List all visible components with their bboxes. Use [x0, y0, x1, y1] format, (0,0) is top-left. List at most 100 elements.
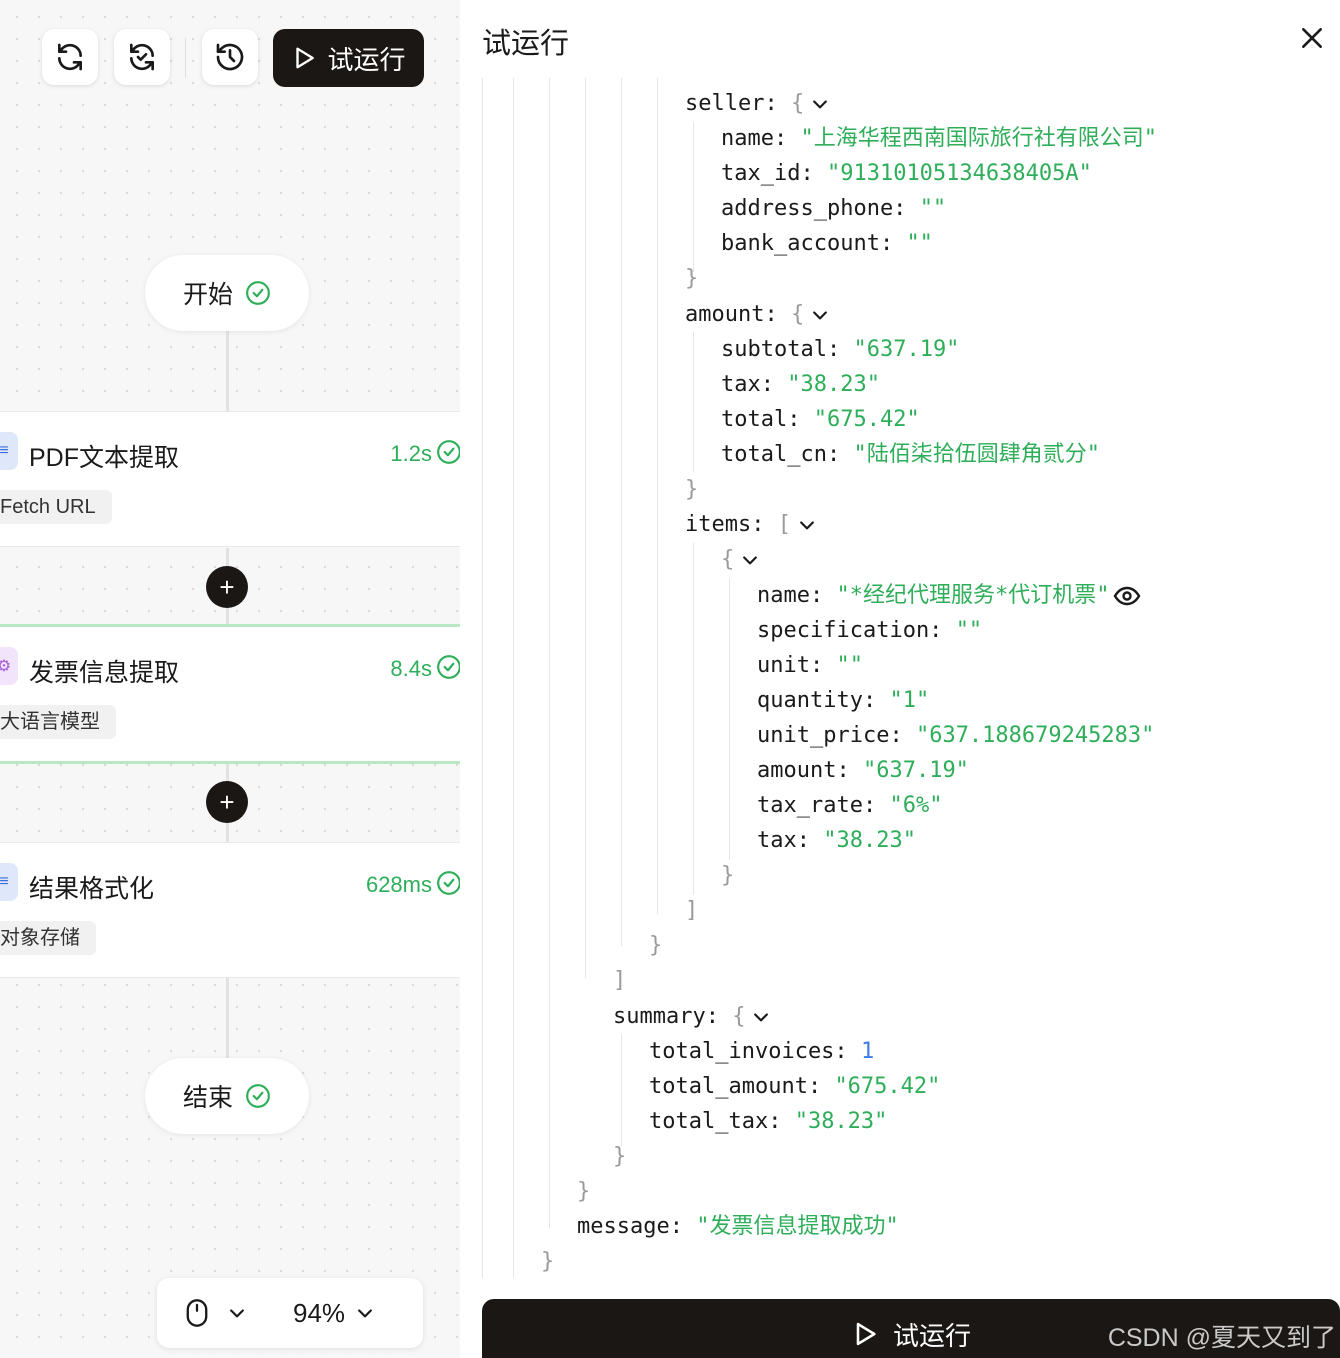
json-key: amount:	[685, 302, 778, 327]
json-line: unit_price: "637.188679245283"	[757, 718, 1154, 753]
chevron-down-icon[interactable]	[810, 94, 830, 114]
json-key: specification:	[757, 618, 943, 643]
json-key: subtotal:	[721, 337, 841, 362]
chevron-down-icon[interactable]	[751, 1007, 771, 1027]
history-icon	[216, 43, 244, 71]
node-invoice-extract[interactable]: ⚙ 发票信息提取 8.4s 大语言模型	[0, 624, 460, 764]
indent-guide	[621, 1034, 622, 1146]
json-key: total:	[721, 407, 801, 432]
json-string-value: "675.42"	[813, 407, 920, 432]
json-string-value: "38.23"	[794, 1109, 888, 1134]
indent-guide	[549, 78, 550, 1228]
chevron-down-icon[interactable]	[797, 515, 817, 535]
json-string-value: "675.42"	[834, 1074, 941, 1099]
sync-button[interactable]	[114, 29, 170, 85]
node-tag: Fetch URL	[0, 490, 112, 524]
top-run-button[interactable]: 试运行	[273, 29, 424, 87]
check-circle-icon	[437, 655, 460, 679]
json-key: tax:	[721, 372, 774, 397]
interaction-mode-dropdown[interactable]	[185, 1298, 247, 1328]
json-bracket: ]	[613, 968, 627, 993]
workflow-canvas[interactable]: 试运行 开始 ≡ PDF文本提取 1.2s Fetch URL + ⚙ 发票信息…	[0, 0, 460, 1358]
indent-guide	[621, 78, 622, 946]
json-string-value: "1"	[889, 688, 930, 713]
json-string-value: ""	[919, 196, 947, 221]
json-line: }	[577, 1174, 590, 1209]
json-line: }	[541, 1244, 554, 1278]
node-duration: 8.4s	[390, 656, 432, 681]
json-bracket: }	[613, 1144, 627, 1169]
json-bracket: {	[721, 547, 735, 572]
node-title: 发票信息提取	[29, 659, 180, 687]
node-result-format[interactable]: ≡ 结果格式化 628ms 对象存储	[0, 842, 460, 978]
json-string-value: "6%"	[889, 793, 943, 818]
json-line: specification: ""	[757, 613, 982, 648]
json-string-value: "637.188679245283"	[915, 723, 1155, 748]
json-key: total_cn:	[721, 442, 841, 467]
json-line: seller: {	[685, 86, 830, 121]
start-node-label: 开始	[182, 281, 233, 309]
add-node-button[interactable]: +	[206, 781, 248, 823]
chevron-down-icon[interactable]	[810, 305, 830, 325]
json-key: total_tax:	[649, 1109, 782, 1134]
json-string-value: "637.19"	[853, 337, 960, 362]
json-line: tax: "38.23"	[757, 823, 916, 858]
json-line: }	[685, 472, 698, 507]
workflow-app: 试运行 开始 ≡ PDF文本提取 1.2s Fetch URL + ⚙ 发票信息…	[0, 0, 1340, 1358]
panel-title: 试运行	[482, 28, 570, 60]
json-string-value: "*经纪代理服务*代订机票"	[836, 583, 1110, 608]
node-pdf-text-extract[interactable]: ≡ PDF文本提取 1.2s Fetch URL	[0, 411, 460, 547]
json-line: unit: ""	[757, 648, 863, 683]
json-line: amount: "637.19"	[757, 753, 969, 788]
close-button[interactable]	[1294, 20, 1330, 56]
add-node-button[interactable]: +	[206, 566, 248, 608]
json-key: total_invoices:	[649, 1039, 848, 1064]
text-lines-icon: ≡	[0, 432, 18, 470]
json-key: name:	[757, 583, 824, 608]
json-key: tax:	[757, 828, 810, 853]
json-key: amount:	[757, 758, 850, 783]
json-line: name: "*经纪代理服务*代订机票"	[757, 578, 1141, 613]
json-output-viewer[interactable]: seller: { name: "上海华程西南国际旅行社有限公司" tax_id…	[482, 78, 1340, 1278]
json-key: bank_account:	[721, 231, 894, 256]
json-line: bank_account: ""	[721, 226, 933, 261]
json-line: }	[721, 858, 734, 893]
json-line: tax_id: "91310105134638405A"	[721, 156, 1092, 191]
play-icon	[296, 47, 315, 69]
json-key: seller:	[685, 91, 778, 116]
end-node[interactable]: 结束	[145, 1058, 309, 1134]
check-circle-icon	[246, 1084, 270, 1108]
check-circle-icon	[437, 871, 460, 895]
json-key: tax_rate:	[757, 793, 877, 818]
connector-line	[226, 330, 229, 412]
play-icon	[856, 1322, 876, 1346]
json-key: message:	[577, 1214, 683, 1239]
json-line: }	[613, 1139, 626, 1174]
history-button[interactable]	[202, 29, 258, 85]
json-line: quantity: "1"	[757, 683, 929, 718]
json-line: address_phone: ""	[721, 191, 946, 226]
toolbar-divider	[185, 38, 186, 78]
test-run-panel: 试运行 seller: { name: "上海华程西南国际旅行社有限公司" ta…	[460, 0, 1340, 1358]
indent-guide	[513, 78, 514, 1278]
refresh-button[interactable]	[42, 29, 98, 85]
json-bracket: {	[732, 1004, 746, 1029]
json-bracket: }	[577, 1179, 591, 1204]
json-bracket: }	[649, 933, 663, 958]
json-line: tax: "38.23"	[721, 367, 880, 402]
json-string-value: ""	[955, 618, 983, 643]
end-node-label: 结束	[182, 1084, 233, 1112]
json-key: name:	[721, 126, 788, 151]
chevron-down-icon[interactable]	[740, 550, 760, 570]
json-string-value: ""	[836, 653, 863, 678]
json-bracket: }	[685, 266, 699, 291]
json-line: name: "上海华程西南国际旅行社有限公司"	[721, 121, 1157, 156]
start-node[interactable]: 开始	[145, 255, 309, 331]
json-bracket: ]	[685, 898, 699, 923]
json-line: total_tax: "38.23"	[649, 1104, 887, 1139]
eye-icon[interactable]	[1113, 585, 1141, 607]
zoom-dropdown[interactable]: 94%	[293, 1298, 375, 1329]
connector-line	[226, 978, 229, 1060]
json-line: subtotal: "637.19"	[721, 332, 959, 367]
text-lines-icon: ≡	[0, 863, 18, 901]
